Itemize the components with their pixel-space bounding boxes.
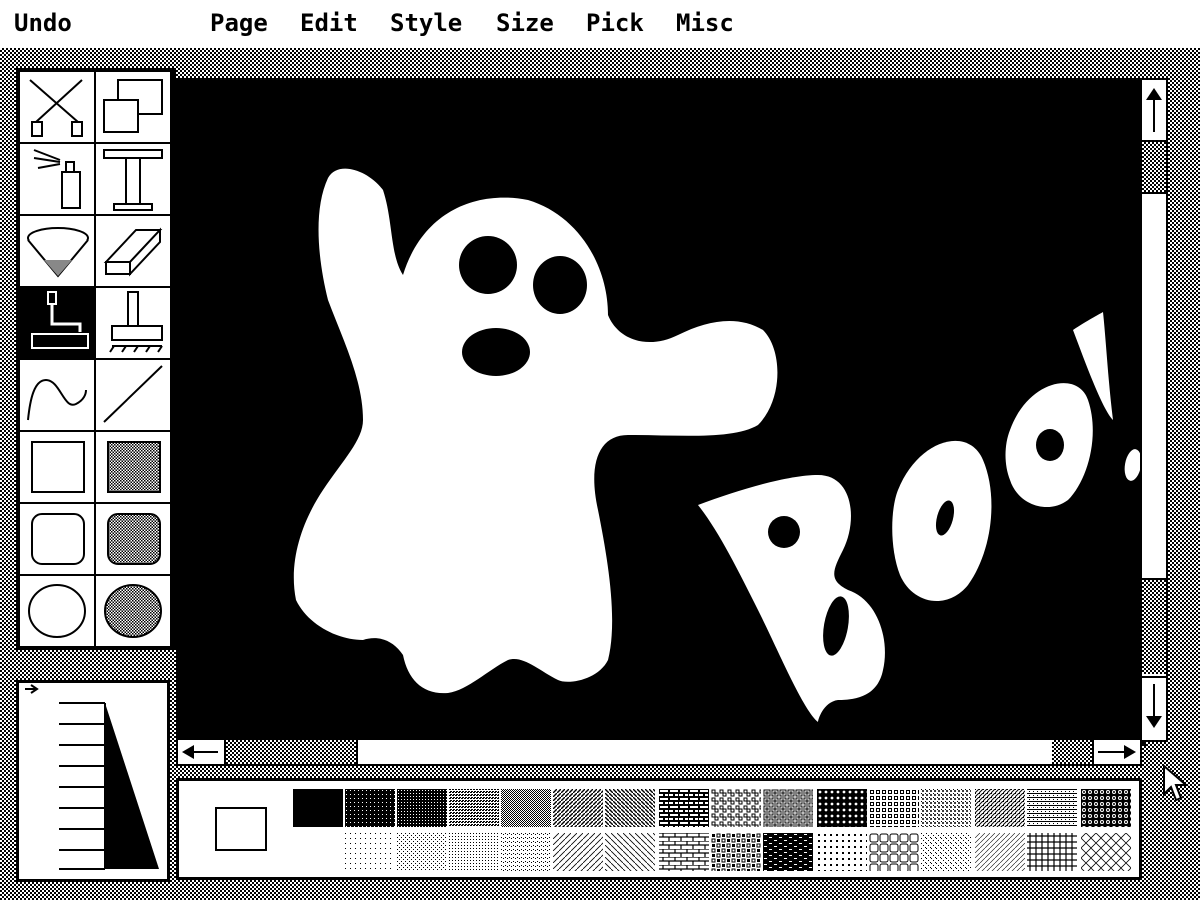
pattern-swatch[interactable] <box>975 833 1025 871</box>
pattern-swatch[interactable] <box>449 833 499 871</box>
line-width-selector[interactable] <box>16 680 170 882</box>
line-tool[interactable] <box>96 360 170 430</box>
pattern-swatch[interactable] <box>293 789 343 827</box>
pattern-swatch[interactable] <box>763 833 813 871</box>
pattern-swatch[interactable] <box>553 833 603 871</box>
menu-edit[interactable]: Edit <box>300 6 358 40</box>
eraser-tool[interactable] <box>96 216 170 286</box>
pattern-swatch[interactable] <box>605 789 655 827</box>
copy-tool[interactable] <box>96 72 170 142</box>
paint-roller-icon <box>31 291 89 349</box>
selection-tool[interactable] <box>20 72 94 142</box>
line-width-wedge <box>25 684 159 870</box>
pattern-swatch[interactable] <box>659 833 709 871</box>
text-t-icon <box>103 149 163 211</box>
lasso-scissors-icon <box>29 79 83 137</box>
scroll-track-bottom[interactable] <box>1142 580 1166 674</box>
overlapping-rectangles-icon <box>103 79 163 133</box>
horizontal-scroll-thumb[interactable] <box>356 740 1054 764</box>
scroll-down-button[interactable] <box>1142 676 1166 738</box>
menu-bar: Undo Page Edit Style Size Pick Misc <box>0 0 1200 48</box>
pattern-swatch[interactable] <box>659 789 709 827</box>
filled-rounded-rectangle-tool[interactable] <box>96 504 170 574</box>
fill-tool[interactable] <box>20 216 94 286</box>
filled-ellipse-tool[interactable] <box>96 576 170 646</box>
pattern-swatch[interactable] <box>345 833 395 871</box>
curve-icon <box>27 378 87 421</box>
arrow-left-icon <box>182 745 218 759</box>
hscroll-track-right[interactable] <box>1052 740 1092 764</box>
pattern-swatch[interactable] <box>553 789 603 827</box>
menu-pick[interactable]: Pick <box>586 6 644 40</box>
horizontal-scrollbar[interactable] <box>176 738 1142 766</box>
menu-undo[interactable]: Undo <box>14 6 72 40</box>
arrow-down-icon <box>1146 684 1162 728</box>
scroll-up-button[interactable] <box>1142 80 1166 142</box>
pattern-swatch[interactable] <box>501 789 551 827</box>
rounded-rectangle-tool[interactable] <box>20 504 94 574</box>
roller-tool[interactable] <box>20 288 94 358</box>
pattern-swatch[interactable] <box>711 833 761 871</box>
pattern-swatch[interactable] <box>817 789 867 827</box>
mouse-pointer-icon <box>1163 764 1189 802</box>
pattern-swatch[interactable] <box>1081 789 1131 827</box>
hscroll-track-left[interactable] <box>226 740 356 764</box>
menu-style[interactable]: Style <box>390 6 462 40</box>
vertical-scrollbar[interactable] <box>1140 78 1168 742</box>
filled-rounded-rectangle-icon <box>107 513 161 565</box>
drawing-canvas[interactable] <box>176 78 1146 746</box>
pattern-swatch[interactable] <box>397 833 447 871</box>
paint-bucket-icon <box>27 227 89 278</box>
pattern-swatch[interactable] <box>1081 833 1131 871</box>
ellipse-tool[interactable] <box>20 576 94 646</box>
pattern-swatch[interactable] <box>397 789 447 827</box>
spray-can-icon <box>33 149 81 209</box>
pattern-swatch[interactable] <box>1027 833 1077 871</box>
pattern-swatch[interactable] <box>817 833 867 871</box>
filled-rectangle-icon <box>107 441 161 493</box>
toolbox <box>16 68 176 650</box>
pattern-swatch[interactable] <box>449 789 499 827</box>
arrow-right-icon <box>1098 745 1136 759</box>
ellipse-icon <box>28 584 86 638</box>
vertical-scroll-thumb[interactable] <box>1142 192 1166 580</box>
scroll-left-button[interactable] <box>178 740 226 764</box>
selector-arrow-icon <box>25 684 39 694</box>
curve-tool[interactable] <box>20 360 94 430</box>
pattern-swatch[interactable] <box>869 789 919 827</box>
rectangle-icon <box>31 441 85 493</box>
filled-rectangle-tool[interactable] <box>96 432 170 502</box>
menu-size[interactable]: Size <box>496 6 554 40</box>
arrow-up-icon <box>1146 88 1162 132</box>
pattern-swatch[interactable] <box>921 789 971 827</box>
pattern-swatch[interactable] <box>975 789 1025 827</box>
line-icon <box>103 365 163 423</box>
menu-page[interactable]: Page <box>210 6 268 40</box>
pattern-swatch[interactable] <box>711 789 761 827</box>
brush-icon <box>109 291 163 353</box>
pattern-palette <box>176 778 1142 880</box>
scroll-track-top[interactable] <box>1142 142 1166 192</box>
brush-tool[interactable] <box>96 288 170 358</box>
text-tool[interactable] <box>96 144 170 214</box>
eraser-icon <box>103 227 163 277</box>
pattern-swatch[interactable] <box>345 789 395 827</box>
spray-tool[interactable] <box>20 144 94 214</box>
pattern-swatch[interactable] <box>501 833 551 871</box>
filled-ellipse-icon <box>104 584 162 638</box>
pattern-swatch[interactable] <box>921 833 971 871</box>
pattern-swatch[interactable] <box>293 833 343 871</box>
pattern-swatch[interactable] <box>869 833 919 871</box>
pattern-swatch[interactable] <box>763 789 813 827</box>
rectangle-tool[interactable] <box>20 432 94 502</box>
pattern-swatch[interactable] <box>605 833 655 871</box>
scroll-right-button[interactable] <box>1092 740 1140 764</box>
pattern-swatch[interactable] <box>1027 789 1077 827</box>
rounded-rectangle-icon <box>31 513 85 565</box>
menu-misc[interactable]: Misc <box>676 6 734 40</box>
current-fill-pattern <box>215 807 267 851</box>
